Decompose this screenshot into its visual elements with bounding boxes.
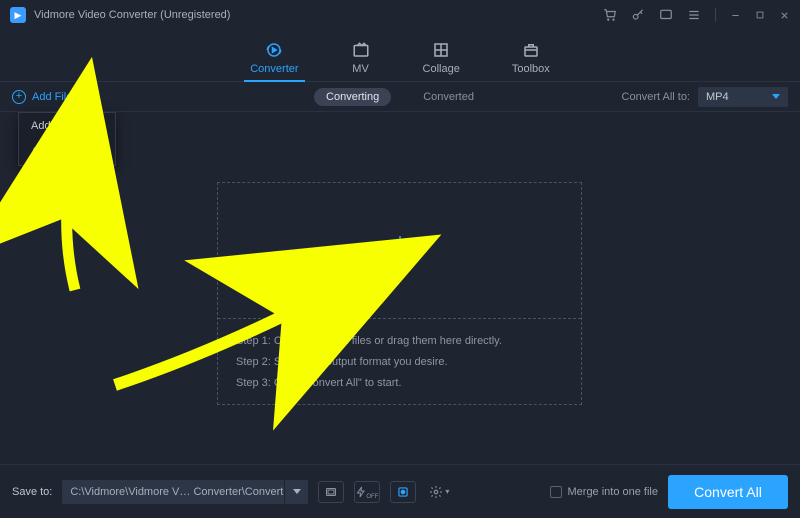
window-controls xyxy=(603,8,790,22)
conversion-subtabs: Converting Converted xyxy=(314,88,486,106)
chevron-down-icon xyxy=(772,94,780,99)
app-title: Vidmore Video Converter (Unregistered) xyxy=(34,9,230,21)
maximize-icon[interactable] xyxy=(755,10,765,20)
tab-label: Converter xyxy=(250,63,298,75)
footer: Save to: C:\Vidmore\Vidmore V… Converter… xyxy=(0,464,800,518)
step-1: Step 1: Click "+" to add files or drag t… xyxy=(236,331,563,352)
step-2: Step 2: Select the output format you des… xyxy=(236,352,563,373)
tab-label: Toolbox xyxy=(512,63,550,75)
tab-collage[interactable]: Collage xyxy=(423,41,460,81)
menu-icon[interactable] xyxy=(687,8,701,22)
checkbox-icon xyxy=(550,486,562,498)
minimize-icon[interactable] xyxy=(730,10,741,21)
settings-button[interactable]: ▾ xyxy=(426,481,452,503)
tab-converter[interactable]: Converter xyxy=(250,41,298,81)
merge-label: Merge into one file xyxy=(568,486,659,498)
tab-toolbox[interactable]: Toolbox xyxy=(512,41,550,81)
save-path-control: C:\Vidmore\Vidmore V… Converter\Converte… xyxy=(62,480,308,504)
main-tabs: Converter MV Collage Toolbox xyxy=(0,30,800,82)
dropzone-plus-area[interactable] xyxy=(218,183,581,319)
merge-checkbox[interactable]: Merge into one file xyxy=(550,486,659,498)
tab-label: MV xyxy=(352,63,369,75)
feedback-icon[interactable] xyxy=(659,8,673,22)
main-area: Step 1: Click "+" to add files or drag t… xyxy=(0,112,800,464)
hardware-accel-button[interactable]: OFF xyxy=(354,481,380,503)
convert-all-button[interactable]: Convert All xyxy=(668,475,788,509)
save-path-field[interactable]: C:\Vidmore\Vidmore V… Converter\Converte… xyxy=(62,480,284,504)
tab-mv[interactable]: MV xyxy=(351,41,371,81)
tab-label: Collage xyxy=(423,63,460,75)
instruction-steps: Step 1: Click "+" to add files or drag t… xyxy=(218,319,581,394)
key-icon[interactable] xyxy=(631,8,645,22)
mv-icon xyxy=(351,41,371,59)
toolbox-icon xyxy=(521,41,541,59)
format-value: MP4 xyxy=(706,91,729,103)
high-speed-button[interactable] xyxy=(390,481,416,503)
plus-icon xyxy=(383,234,417,268)
add-files-label: Add Files xyxy=(32,91,78,103)
save-path-dropdown[interactable] xyxy=(284,480,308,504)
cart-icon[interactable] xyxy=(603,8,617,22)
menu-item-add-files[interactable]: Add Files xyxy=(19,113,115,139)
titlebar: ▶ Vidmore Video Converter (Unregistered) xyxy=(0,0,800,30)
convert-all-to-label: Convert All to: xyxy=(622,91,690,103)
divider xyxy=(715,8,716,22)
chevron-down-icon xyxy=(88,95,94,99)
add-files-button[interactable]: + Add Files xyxy=(12,90,94,104)
save-to-label: Save to: xyxy=(12,486,52,498)
menu-item-add-folder[interactable]: Add Folder xyxy=(19,139,115,165)
open-folder-button[interactable] xyxy=(318,481,344,503)
chevron-down-icon xyxy=(293,489,301,494)
dropzone[interactable]: Step 1: Click "+" to add files or drag t… xyxy=(217,182,582,405)
convert-all-to: Convert All to: MP4 xyxy=(622,87,788,107)
step-3: Step 3: Click "Convert All" to start. xyxy=(236,373,563,394)
format-select[interactable]: MP4 xyxy=(698,87,788,107)
add-files-menu: Add Files Add Folder xyxy=(18,112,116,166)
subtab-converting[interactable]: Converting xyxy=(314,88,391,106)
plus-circle-icon: + xyxy=(12,90,26,104)
converter-icon xyxy=(264,41,284,59)
toolbar: + Add Files Converting Converted Convert… xyxy=(0,82,800,112)
app-logo-icon: ▶ xyxy=(10,7,26,23)
close-icon[interactable] xyxy=(779,10,790,21)
subtab-converted[interactable]: Converted xyxy=(411,88,486,106)
collage-icon xyxy=(431,41,451,59)
